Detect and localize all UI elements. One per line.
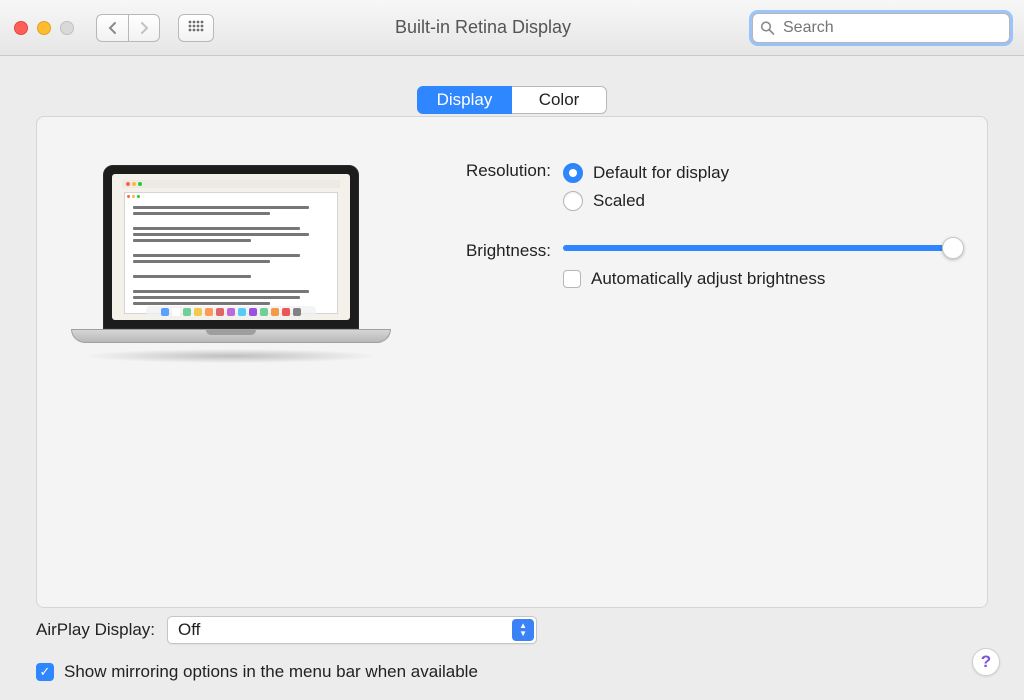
resolution-default-label: Default for display <box>593 163 729 183</box>
chevron-left-icon <box>108 21 118 35</box>
close-window-button[interactable] <box>14 21 28 35</box>
tab-switcher: Display Color <box>36 86 988 114</box>
display-preview <box>71 165 391 395</box>
slider-thumb-icon[interactable] <box>942 237 964 259</box>
resolution-label: Resolution: <box>431 159 551 181</box>
mirroring-label: Show mirroring options in the menu bar w… <box>64 662 478 682</box>
search-field-wrap <box>752 13 1010 43</box>
checkbox-icon <box>563 270 581 288</box>
resolution-scaled-radio[interactable]: Scaled <box>563 187 953 215</box>
nav-buttons <box>96 14 160 42</box>
airplay-label: AirPlay Display: <box>36 620 155 640</box>
tab-display[interactable]: Display <box>417 86 512 114</box>
resolution-scaled-label: Scaled <box>593 191 645 211</box>
airplay-selected-value: Off <box>178 620 200 640</box>
search-input[interactable] <box>752 13 1010 43</box>
laptop-base-icon <box>71 329 391 343</box>
search-icon <box>760 20 775 35</box>
brightness-label: Brightness: <box>431 239 551 261</box>
titlebar: Built-in Retina Display <box>0 0 1024 56</box>
radio-icon <box>563 163 583 183</box>
fullscreen-window-button[interactable] <box>60 21 74 35</box>
auto-brightness-checkbox[interactable]: Automatically adjust brightness <box>563 269 953 289</box>
window-controls <box>14 21 74 35</box>
content-area: Display Color <box>0 56 1024 700</box>
show-all-button[interactable] <box>178 14 214 42</box>
airplay-row: AirPlay Display: Off ▲▼ <box>36 616 988 644</box>
select-stepper-icon: ▲▼ <box>512 619 534 641</box>
display-settings-form: Resolution: Default for display Scaled B… <box>431 145 953 581</box>
back-button[interactable] <box>96 14 128 42</box>
radio-icon <box>563 191 583 211</box>
brightness-row: Brightness: Automatically adjust brightn… <box>431 239 953 289</box>
grid-icon <box>188 20 204 36</box>
window-title: Built-in Retina Display <box>224 17 742 38</box>
resolution-row: Resolution: Default for display Scaled <box>431 159 953 215</box>
brightness-slider[interactable] <box>563 245 953 251</box>
resolution-default-radio[interactable]: Default for display <box>563 159 953 187</box>
bottom-area: AirPlay Display: Off ▲▼ ✓ Show mirroring… <box>36 608 988 682</box>
minimize-window-button[interactable] <box>37 21 51 35</box>
settings-card: Resolution: Default for display Scaled B… <box>36 116 988 608</box>
airplay-select[interactable]: Off ▲▼ <box>167 616 537 644</box>
tab-color[interactable]: Color <box>512 86 607 114</box>
help-icon: ? <box>981 652 991 672</box>
chevron-right-icon <box>139 21 149 35</box>
auto-brightness-label: Automatically adjust brightness <box>591 269 825 289</box>
help-button[interactable]: ? <box>972 648 1000 676</box>
mirroring-checkbox[interactable]: ✓ Show mirroring options in the menu bar… <box>36 662 988 682</box>
checkbox-icon: ✓ <box>36 663 54 681</box>
forward-button[interactable] <box>128 14 160 42</box>
